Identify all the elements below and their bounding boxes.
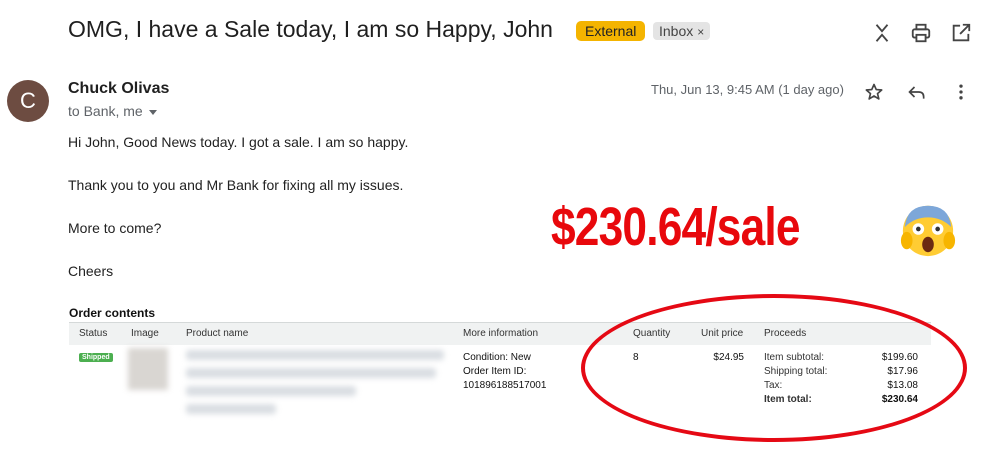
info-condition: Condition: New [463, 352, 531, 363]
body-line-greeting: Hi John, Good News today. I got a sale. … [68, 134, 409, 150]
product-name-blurred [186, 404, 276, 414]
sender-name[interactable]: Chuck Olivas [68, 80, 169, 98]
promo-overlay-text: $230.64/sale [551, 197, 801, 257]
product-name-blurred [186, 350, 444, 360]
chevron-down-icon[interactable] [148, 109, 157, 115]
more-vert-icon[interactable] [951, 82, 971, 102]
open-in-new-window-icon[interactable] [950, 22, 972, 44]
screaming-face-emoji [900, 205, 956, 257]
info-order-item-id: 101896188517001 [463, 380, 547, 391]
external-label: External [576, 21, 646, 41]
red-highlight-circle [581, 294, 967, 442]
expand-collapse-icon[interactable] [871, 22, 893, 44]
body-line-signoff: Cheers [68, 263, 114, 279]
header-image: Image [131, 328, 159, 339]
header-more-information: More information [463, 328, 539, 339]
body-line-question: More to come? [68, 220, 162, 236]
email-subject: OMG, I have a Sale today, I am so Happy,… [68, 16, 553, 42]
inbox-label: Inbox × [653, 22, 711, 40]
header-status: Status [79, 328, 108, 339]
reply-icon[interactable] [907, 82, 927, 102]
product-image-blurred [128, 348, 168, 390]
header-product-name: Product name [186, 328, 249, 339]
inbox-label-text: Inbox [659, 23, 694, 39]
star-icon[interactable] [864, 82, 884, 102]
order-contents-title: Order contents [69, 306, 156, 320]
print-icon[interactable] [910, 22, 932, 44]
product-name-blurred [186, 368, 436, 378]
body-line-thanks: Thank you to you and Mr Bank for fixing … [68, 177, 404, 193]
product-name-blurred [186, 386, 356, 396]
info-order-item-id-label: Order Item ID: [463, 366, 527, 377]
recipients-line[interactable]: to Bank, me [68, 103, 157, 119]
email-date: Thu, Jun 13, 9:45 AM (1 day ago) [651, 82, 844, 97]
status-badge: Shipped [79, 353, 113, 362]
recipients-text: to Bank, me [68, 103, 143, 119]
remove-label-icon[interactable]: × [697, 25, 704, 39]
sender-avatar[interactable]: C [7, 80, 49, 122]
